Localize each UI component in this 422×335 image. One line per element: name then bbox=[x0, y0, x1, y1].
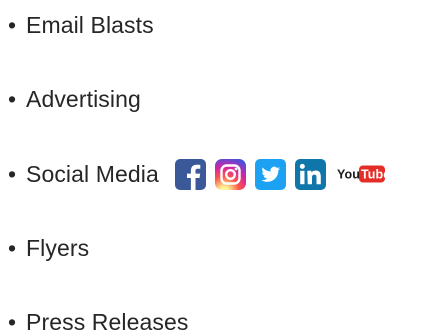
youtube-icon[interactable]: You Tube bbox=[337, 164, 385, 184]
instagram-icon[interactable] bbox=[214, 158, 246, 190]
list-item-label: Social Media bbox=[26, 160, 159, 187]
bullet: • bbox=[8, 234, 17, 261]
list-item-label: Flyers bbox=[26, 234, 90, 261]
bullet: • bbox=[8, 11, 17, 38]
social-icons: You Tube bbox=[174, 158, 385, 190]
list-item-label: Advertising bbox=[26, 85, 141, 112]
youtube-you-text: You bbox=[337, 168, 360, 182]
list-item-email-blasts: • Email Blasts bbox=[8, 7, 154, 43]
list-item-label: Press Releases bbox=[26, 308, 189, 335]
youtube-tube-text: Tube bbox=[361, 168, 385, 182]
services-list: • Email Blasts • Advertising • Social Me… bbox=[0, 0, 422, 335]
bullet: • bbox=[8, 85, 17, 112]
list-item-social-media: • Social Media You Tub bbox=[8, 156, 385, 192]
linkedin-icon[interactable] bbox=[294, 158, 326, 190]
twitter-icon[interactable] bbox=[254, 158, 286, 190]
list-item-press-releases: • Press Releases bbox=[8, 304, 188, 335]
list-item-advertising: • Advertising bbox=[8, 81, 141, 117]
list-item-flyers: • Flyers bbox=[8, 230, 89, 266]
bullet: • bbox=[8, 160, 17, 187]
facebook-icon[interactable] bbox=[174, 158, 206, 190]
bullet: • bbox=[8, 308, 17, 335]
list-item-label: Email Blasts bbox=[26, 11, 154, 38]
